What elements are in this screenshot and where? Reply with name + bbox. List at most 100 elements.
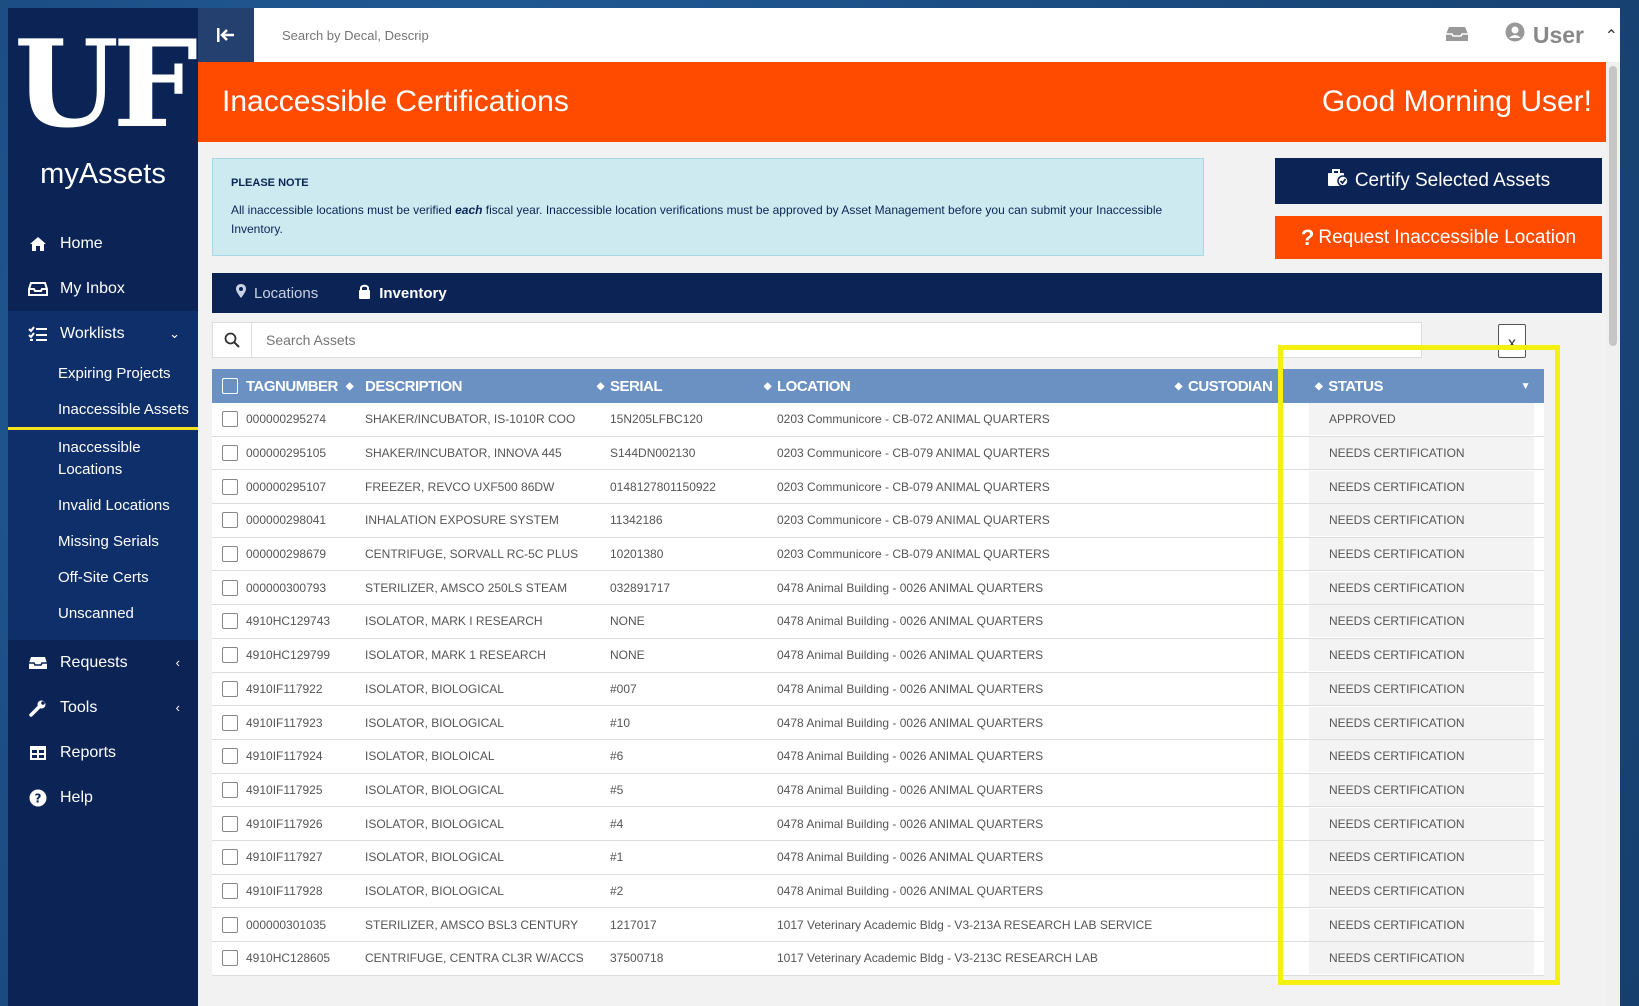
excel-export-icon[interactable]: x [1498,324,1526,358]
cell-tagnumber: 4910HC128605 [246,951,331,966]
sub-invalid-locations[interactable]: Invalid Locations [8,488,198,524]
row-checkbox[interactable] [222,411,238,428]
row-checkbox[interactable] [222,445,238,462]
cell-tagnumber: 4910IF117922 [246,681,323,696]
row-checkbox[interactable] [222,916,238,933]
nav-tools[interactable]: Tools ‹ [8,685,198,730]
table-row[interactable]: 000000295105 SHAKER/INCUBATOR, INNOVA 445… [212,436,1544,471]
notice-text-1: All inaccessible locations must be verif… [231,203,456,217]
collapse-icon [217,28,234,42]
row-checkbox[interactable] [222,815,238,832]
row-checkbox[interactable] [222,714,238,731]
nav-my-inbox[interactable]: My Inbox [8,266,198,311]
notice-box: PLEASE NOTE All inaccessible locations m… [212,158,1204,256]
nav-reports[interactable]: Reports [8,730,198,775]
row-checkbox[interactable] [222,512,238,529]
row-checkbox[interactable] [222,647,238,664]
inbox-icon [26,281,50,296]
col-description[interactable]: DESCRIPTION ◆ [365,369,610,403]
cell-status: NEEDS CERTIFICATION [1309,639,1534,672]
map-marker-icon [236,284,246,302]
inbox-icon[interactable] [1445,22,1469,48]
table-row[interactable]: 000000295274 SHAKER/INCUBATOR, IS-1010R C… [212,403,1544,437]
sub-unscanned[interactable]: Unscanned [8,596,198,632]
row-checkbox[interactable] [222,579,238,596]
row-checkbox[interactable] [222,950,238,967]
tab-label: Locations [254,284,319,302]
sub-off-site-certs[interactable]: Off-Site Certs [8,560,198,596]
vertical-scrollbar[interactable] [1606,62,1620,1006]
tab-locations[interactable]: Locations [236,284,318,302]
cell-tagnumber: 000000300793 [246,580,327,595]
col-status[interactable]: ◆ STATUS ▼ [1309,369,1534,403]
table-row[interactable]: 4910IF117924 ISOLATOR, BIOLOICAL #6 0478 An… [212,739,1544,774]
table-row[interactable]: 4910IF117923 ISOLATOR, BIOLOGICAL #10 0478 … [212,706,1544,740]
col-serial[interactable]: SERIAL ◆ [610,369,777,403]
table-row[interactable]: 000000298041 INHALATION EXPOSURE SYSTEM 11… [212,504,1544,538]
table-row[interactable]: 000000300793 STERILIZER, AMSCO 250LS STEA… [212,571,1544,606]
cell-tagnumber: 4910IF117925 [246,782,323,797]
table-row[interactable]: 4910IF117928 ISOLATOR, BIOLOGICAL #2 0478 A… [212,874,1544,909]
table-row[interactable]: 4910IF117925 ISOLATOR, BIOLOGICAL #5 0478 A… [212,773,1544,808]
certify-selected-button[interactable]: Certify Selected Assets [1275,158,1602,204]
cell-serial: 11342186 [610,513,663,528]
wrench-icon [26,699,50,717]
sub-inaccessible-locations[interactable]: Inaccessible Locations [8,430,198,488]
col-custodian[interactable]: CUSTODIAN [1188,369,1309,403]
table-row[interactable]: 4910HC128605 CENTRIFUGE, CENTRA CL3R W/AC… [212,942,1544,976]
table-row[interactable]: 000000295107 FREEZER, REVCO UXF500 86DW 01… [212,470,1544,505]
row-checkbox[interactable] [222,748,238,765]
nav-help[interactable]: ? Help [8,775,198,820]
global-search-input[interactable] [280,26,444,44]
row-checkbox[interactable] [222,781,238,798]
nav-label: Worklists [60,324,125,342]
col-label: CUSTODIAN [1188,377,1273,395]
collapse-sidebar-button[interactable] [198,8,254,62]
table-row[interactable]: 4910IF117927 ISOLATOR, BIOLOGICAL #1 0478 A… [212,840,1544,875]
sub-inaccessible-assets[interactable]: Inaccessible Assets [8,392,198,430]
search-icon[interactable] [213,323,252,357]
table-row[interactable]: 4910HC129743 ISOLATOR, MARK I RESEARCH NON… [212,605,1544,639]
scroll-up-icon[interactable]: ⌃ [1605,26,1618,46]
col-location[interactable]: LOCATION ◆ [777,369,1188,403]
top-right-controls: User [1445,8,1584,62]
table-row[interactable]: 4910HC129799 ISOLATOR, MARK 1 RESEARCH NON… [212,638,1544,673]
view-tabs: Locations Inventory [212,273,1602,313]
user-label: User [1532,21,1584,48]
logo[interactable]: UF myAssets [8,8,198,191]
table-row[interactable]: 4910IF117922 ISOLATOR, BIOLOGICAL #007 0478… [212,672,1544,707]
sort-icon: ◆ [1315,380,1323,392]
table-row[interactable]: 4910IF117926 ISOLATOR, BIOLOGICAL #4 0478 A… [212,807,1544,841]
cell-status: NEEDS CERTIFICATION [1309,908,1534,941]
select-all-checkbox[interactable] [222,378,238,394]
sort-icon: ◆ [763,380,772,392]
sub-expiring-projects[interactable]: Expiring Projects [8,356,198,392]
scrollbar-thumb[interactable] [1609,66,1617,346]
row-checkbox[interactable] [222,613,238,630]
row-checkbox[interactable] [222,478,238,495]
cell-location: 0478 Animal Building - 0026 ANIMAL QUART… [777,749,1044,764]
col-tagnumber[interactable]: TAGNUMBER ◆ [246,369,365,403]
table-row[interactable]: 000000301035 STERILIZER, AMSCO BSL3 CENTU… [212,908,1544,942]
request-inaccessible-location-button[interactable]: ? Request Inaccessible Location [1275,216,1602,259]
sub-missing-serials[interactable]: Missing Serials [8,524,198,560]
cell-description: ISOLATOR, MARK I RESEARCH [365,614,543,629]
row-checkbox[interactable] [222,546,238,563]
nav-worklists[interactable]: Worklists ⌄ [8,311,198,356]
cell-serial: #10 [610,715,631,730]
nav-label: Help [60,788,93,806]
tab-inventory[interactable]: Inventory [358,284,447,303]
row-checkbox[interactable] [222,882,238,899]
row-checkbox-cell [212,445,246,462]
row-checkbox[interactable] [222,849,238,866]
col-label: STATUS [1328,377,1383,395]
nav-requests[interactable]: Requests ‹ [8,640,198,685]
nav-home[interactable]: Home [8,221,198,266]
cell-tagnumber: 4910IF117927 [246,850,323,865]
cell-description: STERILIZER, AMSCO 250LS STEAM [365,580,568,595]
user-menu[interactable]: User [1505,22,1584,49]
cell-status: NEEDS CERTIFICATION [1309,470,1534,503]
asset-search-input[interactable] [264,331,868,349]
table-row[interactable]: 000000298679 CENTRIFUGE, SORVALL RC-5C PL… [212,537,1544,572]
row-checkbox[interactable] [222,680,238,697]
